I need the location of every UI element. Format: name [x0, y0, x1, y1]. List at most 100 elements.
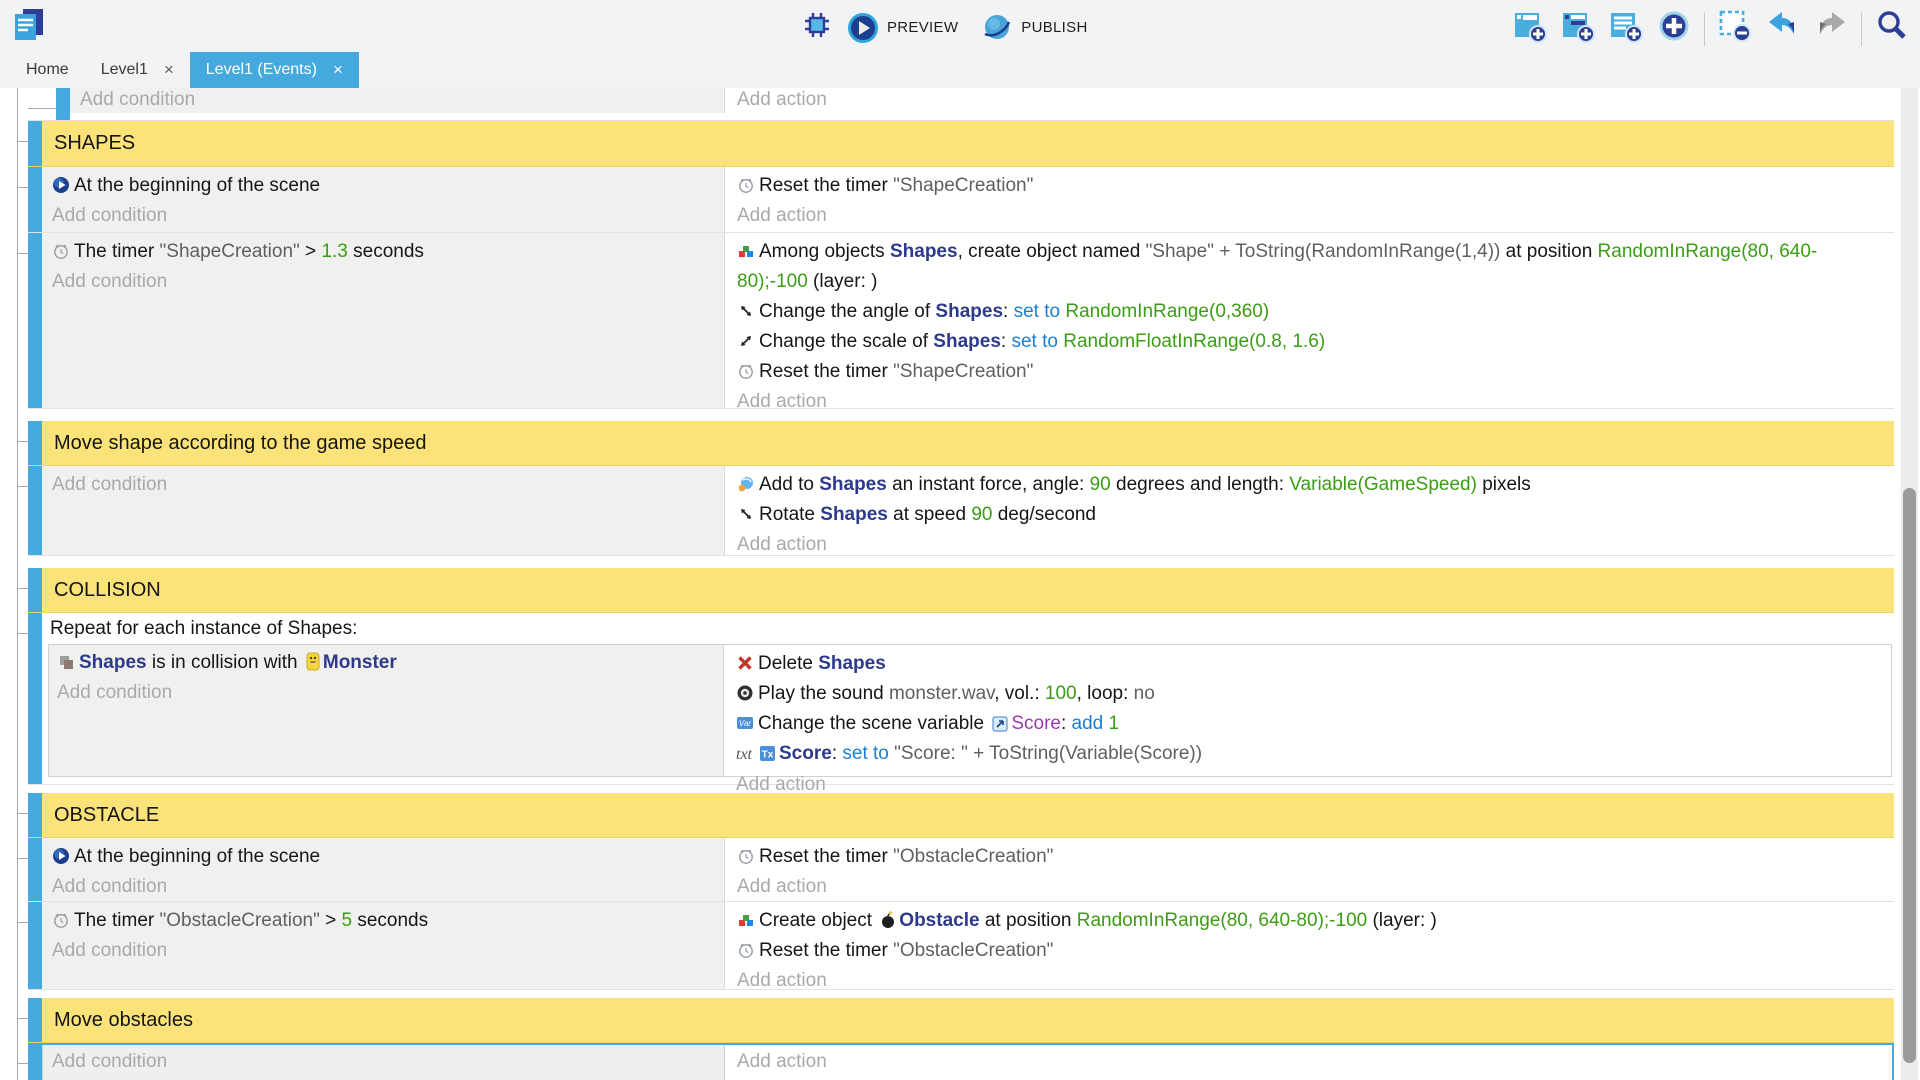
group-label: SHAPES [42, 121, 135, 166]
condition-timer[interactable]: The timer "ShapeCreation" > 1.3 seconds [52, 237, 717, 267]
publish-globe-icon [980, 11, 1014, 45]
event-handle[interactable] [28, 1043, 42, 1080]
add-event-button[interactable] [1512, 8, 1548, 49]
conditions-column: Shapes is in collision with Monster Add … [49, 645, 724, 776]
add-condition-button[interactable]: Add condition [52, 1047, 717, 1077]
add-condition-button[interactable]: Add condition [52, 267, 717, 297]
action-reset-timer[interactable]: Reset the timer "ObstacleCreation" [737, 842, 1886, 872]
timer-icon [52, 911, 70, 929]
event-row-move-shape[interactable]: Add condition Add to Shapes an instant f… [28, 466, 1894, 556]
add-condition-button[interactable]: Add condition [52, 872, 717, 902]
delete-selection-button[interactable] [1717, 8, 1753, 49]
scrollbar-thumb[interactable] [1903, 488, 1916, 1063]
preview-label: PREVIEW [887, 19, 958, 36]
action-reset-timer[interactable]: Reset the timer "ShapeCreation" [737, 357, 1886, 387]
action-rotate[interactable]: Rotate Shapes at speed 90 deg/second [737, 500, 1886, 530]
action-create-object[interactable]: Create object Obstacle at position Rando… [737, 906, 1886, 936]
sound-icon [736, 684, 754, 702]
event-row-clipped[interactable]: Add condition Add action [28, 88, 1894, 121]
action-play-sound[interactable]: Play the sound monster.wav, vol.: 100, l… [736, 679, 1883, 709]
rotate-icon [737, 505, 755, 523]
action-change-scale[interactable]: Change the scale of Shapes: set to Rando… [737, 327, 1886, 357]
preview-play-icon [846, 11, 880, 45]
group-label: COLLISION [42, 568, 161, 612]
add-condition-button[interactable]: Add condition [57, 678, 716, 708]
add-action-button[interactable]: Add action [737, 88, 1886, 115]
tab-home[interactable]: Home [10, 52, 85, 88]
create-object-icon [737, 242, 755, 260]
add-event-icon [1512, 8, 1548, 44]
event-handle[interactable] [28, 838, 42, 901]
condition-scene-start[interactable]: At the beginning of the scene [52, 842, 717, 872]
timer-icon [737, 847, 755, 865]
add-subevent-button[interactable] [1560, 8, 1596, 49]
add-action-button[interactable]: Add action [737, 530, 1886, 560]
debug-icon [800, 8, 834, 42]
group-header-obstacle[interactable]: OBSTACLE [28, 793, 1894, 838]
event-row-obstacle-begin[interactable]: At the beginning of the scene Add condit… [28, 838, 1894, 902]
conditions-column: The timer "ObstacleCreation" > 5 seconds… [42, 902, 725, 989]
add-more-button[interactable] [1656, 8, 1692, 49]
action-reset-timer[interactable]: Reset the timer "ShapeCreation" [737, 171, 1886, 201]
actions-column[interactable]: Add action [725, 88, 1894, 113]
action-reset-timer[interactable]: Reset the timer "ObstacleCreation" [737, 936, 1886, 966]
action-add-force[interactable]: Add to Shapes an instant force, angle: 9… [737, 470, 1886, 500]
tab-bar: Home Level1 × Level1 (Events) × [0, 52, 1920, 88]
event-row-shapes-begin[interactable]: At the beginning of the scene Add condit… [28, 167, 1894, 233]
action-delete[interactable]: Delete Shapes [736, 649, 1883, 679]
group-header-shapes[interactable]: SHAPES [28, 121, 1894, 167]
add-action-button[interactable]: Add action [737, 966, 1886, 996]
group-header-collision[interactable]: COLLISION [28, 568, 1894, 613]
redo-button[interactable] [1813, 8, 1849, 49]
group-header-move-obstacles[interactable]: Move obstacles [28, 998, 1894, 1043]
event-handle[interactable] [56, 88, 70, 120]
event-row-selected-empty[interactable]: Add condition Add action [28, 1043, 1894, 1080]
event-handle[interactable] [28, 902, 42, 989]
add-action-button[interactable]: Add action [737, 872, 1886, 902]
publish-button[interactable]: PUBLISH [976, 9, 1097, 47]
preview-button[interactable]: PREVIEW [842, 9, 968, 47]
tab-level1-events[interactable]: Level1 (Events) × [190, 52, 359, 88]
event-handle[interactable] [28, 167, 42, 232]
conditions-column: At the beginning of the scene Add condit… [42, 838, 725, 901]
add-comment-button[interactable] [1608, 8, 1644, 49]
add-condition-button[interactable]: Add condition [52, 936, 717, 966]
add-action-button[interactable]: Add action [737, 387, 1886, 417]
project-manager-button[interactable] [10, 6, 52, 46]
add-condition-button[interactable]: Add condition [80, 88, 717, 115]
angle-icon [737, 302, 755, 320]
vertical-scrollbar[interactable] [1901, 88, 1918, 1080]
action-change-variable[interactable]: Var Change the scene variable Score: add… [736, 709, 1883, 739]
svg-text:Tx: Tx [762, 750, 774, 761]
undo-button[interactable] [1765, 8, 1801, 49]
add-action-button[interactable]: Add action [737, 201, 1886, 231]
debugger-button[interactable] [800, 8, 834, 47]
close-icon[interactable]: × [164, 60, 174, 80]
search-button[interactable] [1874, 8, 1910, 49]
event-handle[interactable] [28, 613, 42, 784]
group-header-move-shape[interactable]: Move shape according to the game speed [28, 421, 1894, 466]
condition-timer[interactable]: The timer "ObstacleCreation" > 5 seconds [52, 906, 717, 936]
event-handle[interactable] [28, 466, 42, 555]
condition-collision[interactable]: Shapes is in collision with Monster [57, 648, 716, 678]
event-row-foreach[interactable]: Repeat for each instance of Shapes: Shap… [28, 613, 1894, 785]
foreach-header[interactable]: Repeat for each instance of Shapes: [42, 613, 1892, 644]
add-condition-button[interactable]: Add condition [52, 201, 717, 231]
event-row-shapes-timer[interactable]: The timer "ShapeCreation" > 1.3 seconds … [28, 233, 1894, 409]
tab-level1[interactable]: Level1 × [85, 52, 190, 88]
event-handle[interactable] [28, 233, 42, 408]
conditions-column[interactable]: Add condition [70, 88, 725, 113]
tree-rail [17, 88, 18, 1080]
event-row-obstacle-timer[interactable]: The timer "ObstacleCreation" > 5 seconds… [28, 902, 1894, 990]
condition-scene-start[interactable]: At the beginning of the scene [52, 171, 717, 201]
scene-start-icon [52, 176, 70, 194]
close-icon[interactable]: × [333, 60, 343, 80]
add-condition-button[interactable]: Add condition [52, 470, 717, 500]
action-change-text[interactable]: txt Tx Score: set to "Score: " + ToStrin… [736, 739, 1883, 770]
conditions-column: The timer "ShapeCreation" > 1.3 seconds … [42, 233, 725, 408]
add-action-button[interactable]: Add action [737, 1047, 1886, 1077]
action-change-angle[interactable]: Change the angle of Shapes: set to Rando… [737, 297, 1886, 327]
actions-column: Among objects Shapes, create object name… [725, 233, 1894, 408]
action-create-object[interactable]: Among objects Shapes, create object name… [737, 237, 1886, 297]
events-sheet: Add condition Add action SHAPES At the b… [0, 88, 1920, 1080]
